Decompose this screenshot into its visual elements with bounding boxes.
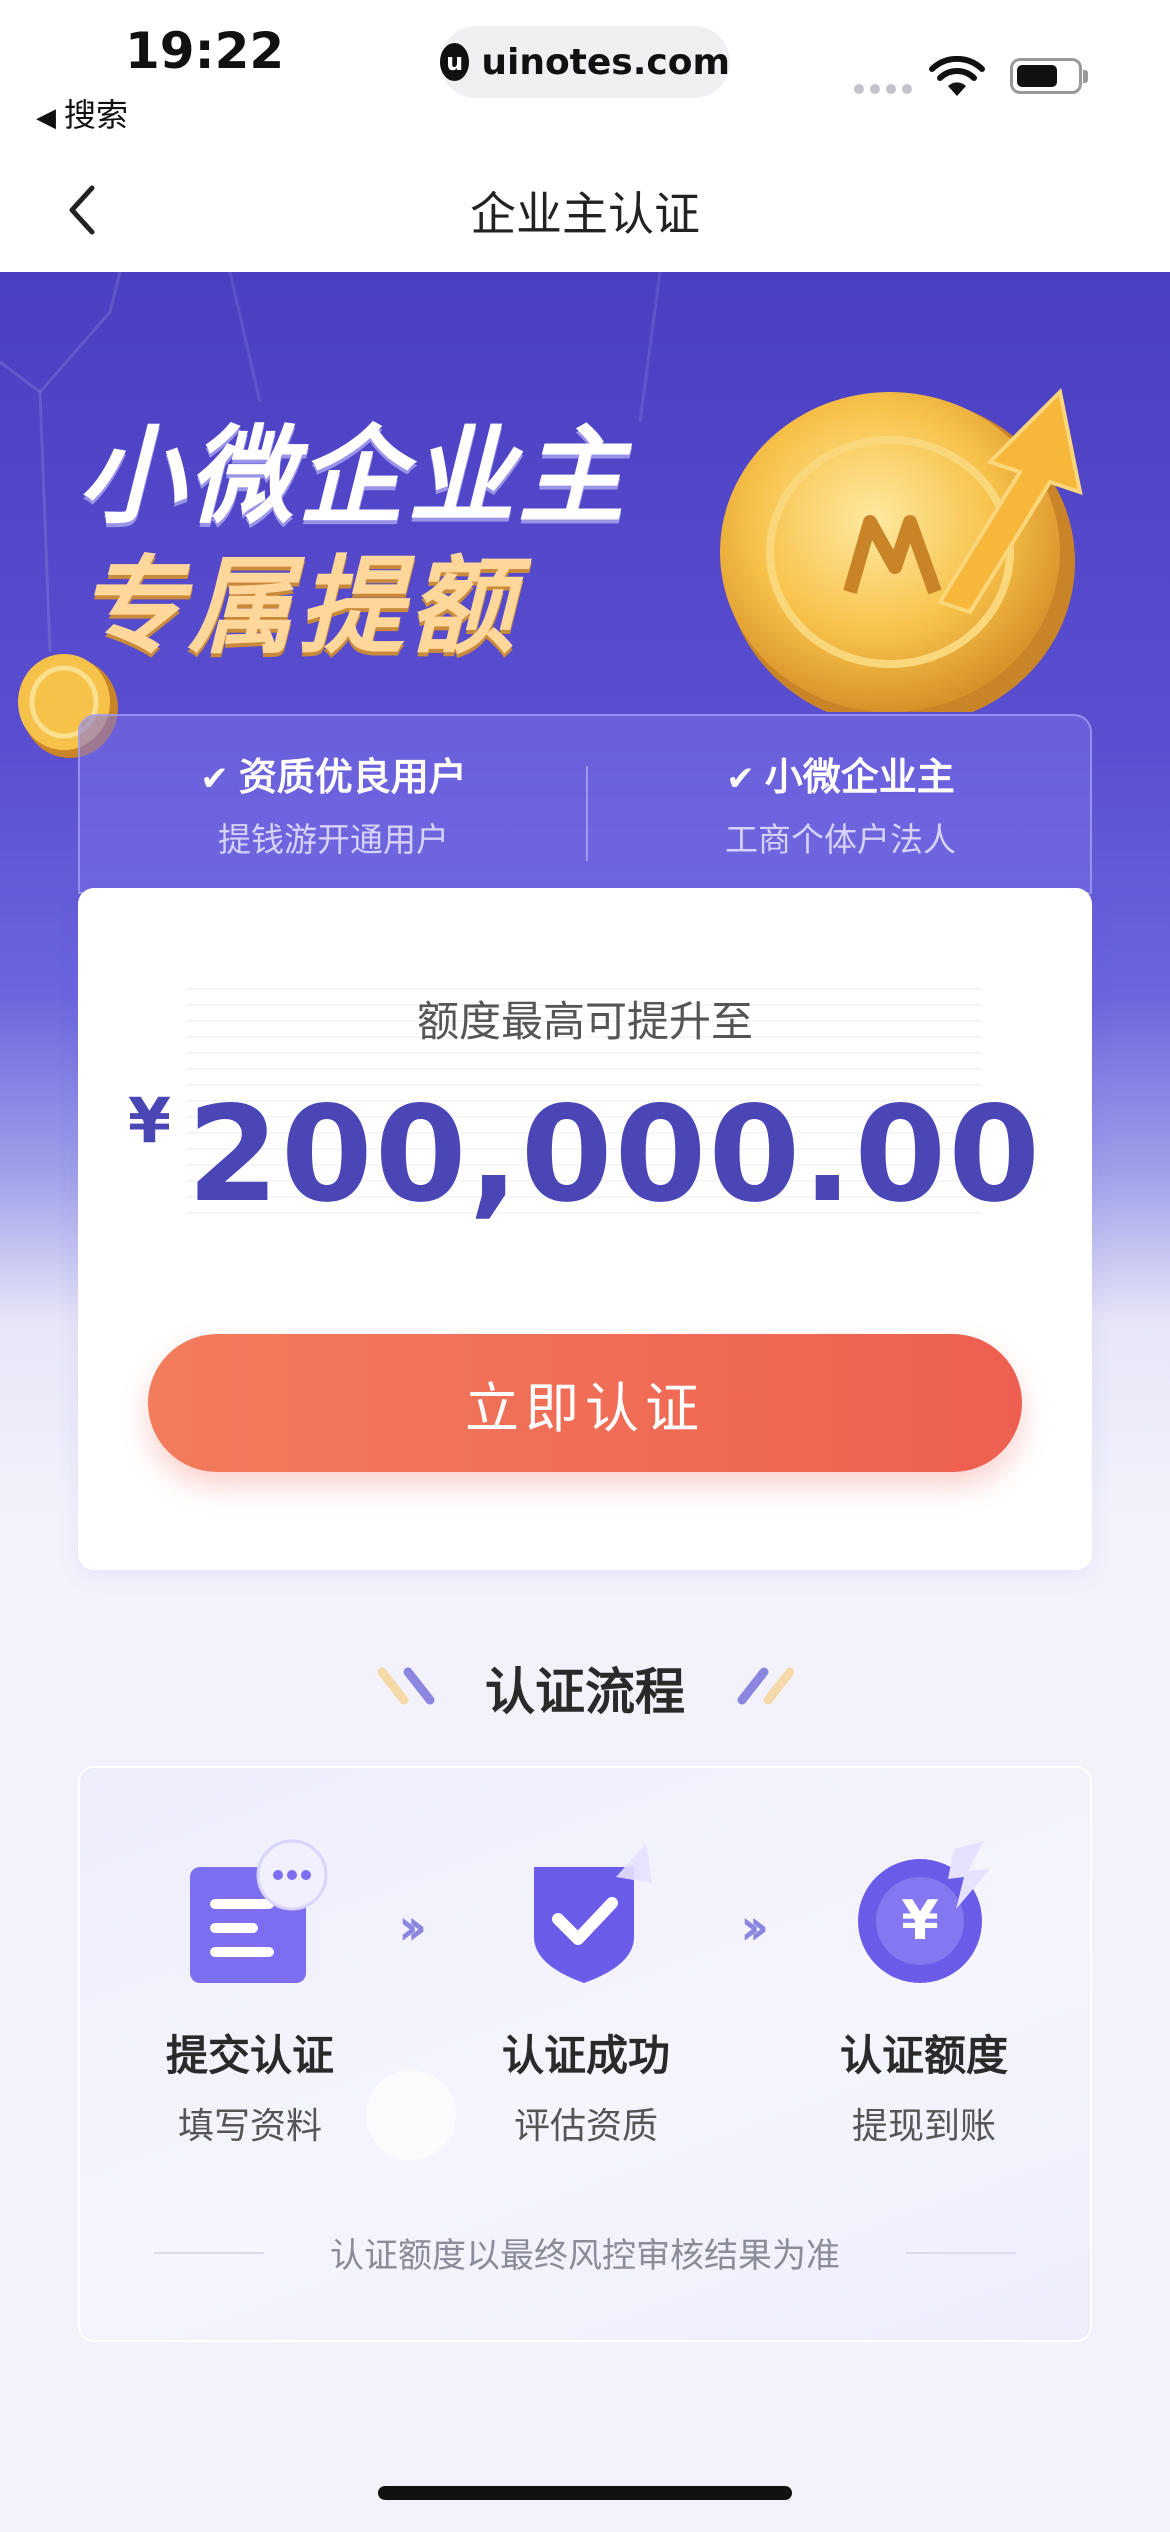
currency-symbol: ¥ [127,1084,172,1157]
hero-line-1: 小微企业主 [78,415,628,538]
divider [154,2252,264,2254]
step-sub: 填写资料 [177,2106,322,2147]
step-success: 认证成功 评估资质 [436,1832,736,2149]
feature-small-business: ✔ 小微企业主 工商个体户法人 [587,746,1094,861]
battery-icon [1010,58,1088,94]
disclaimer: 认证额度以最终风控审核结果为准 [80,2228,1090,2277]
feature-title: 小微企业主 [764,755,955,799]
feature-title: 资质优良用户 [238,755,467,799]
back-to-app-button[interactable]: ◀ 搜索 [36,90,128,136]
hero-line-2: 专属提额 [78,545,518,668]
yen-coin-icon: ¥ [858,1841,990,1983]
back-triangle-icon: ◀ [36,103,56,133]
amount-card: 额度最高可提升至 ¥200,000.00 立即认证 [78,888,1092,1570]
process-title: 认证流程 [485,1663,685,1721]
step-sub: 评估资质 [513,2106,658,2147]
check-icon: ✔ [726,759,755,799]
url-pill[interactable]: u uinotes.com [440,26,730,98]
process-header: 认证流程 [0,1652,1170,1724]
decorative-slashes-icon [737,1667,794,1705]
nav-bar: 企业主认证 [0,150,1170,272]
features-strip: ✔ 资质优良用户 提钱游开通用户 ✔ 小微企业主 工商个体户法人 [78,714,1092,894]
check-icon: ✔ [200,759,229,799]
feature-qualified-user: ✔ 资质优良用户 提钱游开通用户 [80,746,587,861]
gold-coin-arrow-icon [720,387,1083,712]
step-sub: 提现到账 [851,2106,996,2147]
decorative-slashes-icon [378,1667,435,1705]
disclaimer-text: 认证额度以最终风控审核结果为准 [330,2236,840,2276]
feature-sub: 工商个体户法人 [725,820,956,859]
page-title: 企业主认证 [470,187,700,241]
step-submit: 提交认证 填写资料 [100,1832,400,2149]
home-indicator [378,2486,792,2500]
svg-text:¥: ¥ [901,1889,939,1952]
amount-number: 200,000.00 [187,1078,1043,1232]
back-to-app-label: 搜索 [64,96,129,134]
cellular-signal-icon [854,84,914,96]
site-logo-icon: u [440,43,470,81]
shield-check-icon [534,1843,652,1983]
wifi-icon [929,56,985,96]
document-chat-icon [190,1839,328,1983]
divider [906,2252,1016,2254]
step-credit: ¥ 认证额度 提现到账 [774,1832,1074,2149]
step-title: 认证额度 [839,2031,1008,2080]
url-text: uinotes.com [481,41,730,83]
double-chevron-right-icon: ›› [740,1898,769,1956]
double-chevron-right-icon: ›› [398,1898,427,1956]
step-title: 认证成功 [501,2031,670,2080]
status-bar: 19:22 ◀ 搜索 u uinotes.com [0,0,1170,150]
certify-now-button[interactable]: 立即认证 [148,1334,1022,1472]
process-card: 提交认证 填写资料 ›› 认证成功 评估资质 ›› ¥ 认证额度 提现到账 认证… [78,1766,1092,2342]
amount-value: ¥200,000.00 [78,1078,1092,1232]
hero-headline: 小微企业主 专属提额 [78,412,628,672]
step-title: 提交认证 [165,2031,334,2080]
amount-label: 额度最高可提升至 [416,997,753,1046]
status-time: 19:22 [125,22,285,80]
feature-sub: 提钱游开通用户 [218,820,449,859]
